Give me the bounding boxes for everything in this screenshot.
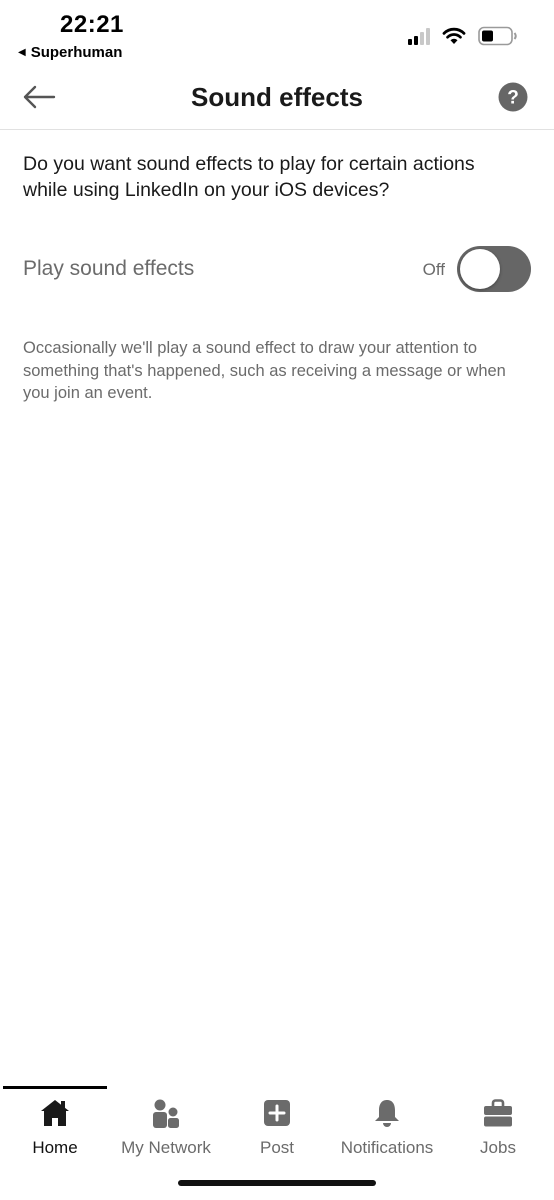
- page-title: Sound effects: [191, 82, 363, 112]
- toggle-knob: [460, 249, 500, 289]
- nav-label-jobs: Jobs: [480, 1138, 516, 1157]
- svg-text:?: ?: [507, 88, 519, 109]
- back-app-label: Superhuman: [30, 44, 123, 61]
- nav-label-post: Post: [259, 1138, 295, 1157]
- nav-my-network[interactable]: My Network: [111, 1094, 221, 1160]
- battery-icon: [478, 26, 517, 46]
- plus-square-icon: [260, 1096, 294, 1130]
- nav-label-home: Home: [32, 1138, 78, 1157]
- nav-notifications[interactable]: Notifications: [332, 1094, 442, 1160]
- nav-post[interactable]: Post: [222, 1094, 332, 1160]
- home-indicator: [178, 1180, 376, 1186]
- sound-effects-toggle[interactable]: [457, 246, 531, 292]
- active-tab-indicator: [3, 1086, 107, 1089]
- question-mark-icon[interactable]: ?: [498, 82, 528, 112]
- status-time: 22:21: [60, 11, 124, 38]
- setting-label: Play sound effects: [23, 257, 195, 280]
- home-icon: [38, 1096, 72, 1130]
- status-icons: [408, 26, 518, 46]
- back-to-app-link[interactable]: ◀ Superhuman: [18, 44, 122, 61]
- play-sound-effects-row[interactable]: Play sound effects Off: [23, 244, 531, 296]
- helper-text: Occasionally we'll play a sound effect t…: [23, 339, 506, 402]
- wifi-icon: [442, 27, 466, 44]
- status-bar: 22:21 ◀ Superhuman: [0, 0, 554, 66]
- bell-icon: [370, 1096, 404, 1130]
- nav-home[interactable]: Home: [0, 1094, 110, 1160]
- nav-jobs[interactable]: Jobs: [443, 1094, 553, 1160]
- back-triangle-icon: ◀: [18, 47, 26, 58]
- screen: 22:21 ◀ Superhuman Sound effects ? Do yo…: [0, 0, 554, 1200]
- app-header: Sound effects ?: [0, 66, 554, 130]
- signal-icon: [408, 27, 430, 45]
- sound-effects-question: Do you want sound effects to play for ce…: [23, 153, 475, 201]
- briefcase-icon: [481, 1096, 515, 1130]
- network-icon: [149, 1096, 183, 1130]
- nav-label-my-network: My Network: [121, 1138, 211, 1157]
- nav-label-notifications: Notifications: [340, 1138, 434, 1157]
- toggle-state-label: Off: [422, 260, 445, 279]
